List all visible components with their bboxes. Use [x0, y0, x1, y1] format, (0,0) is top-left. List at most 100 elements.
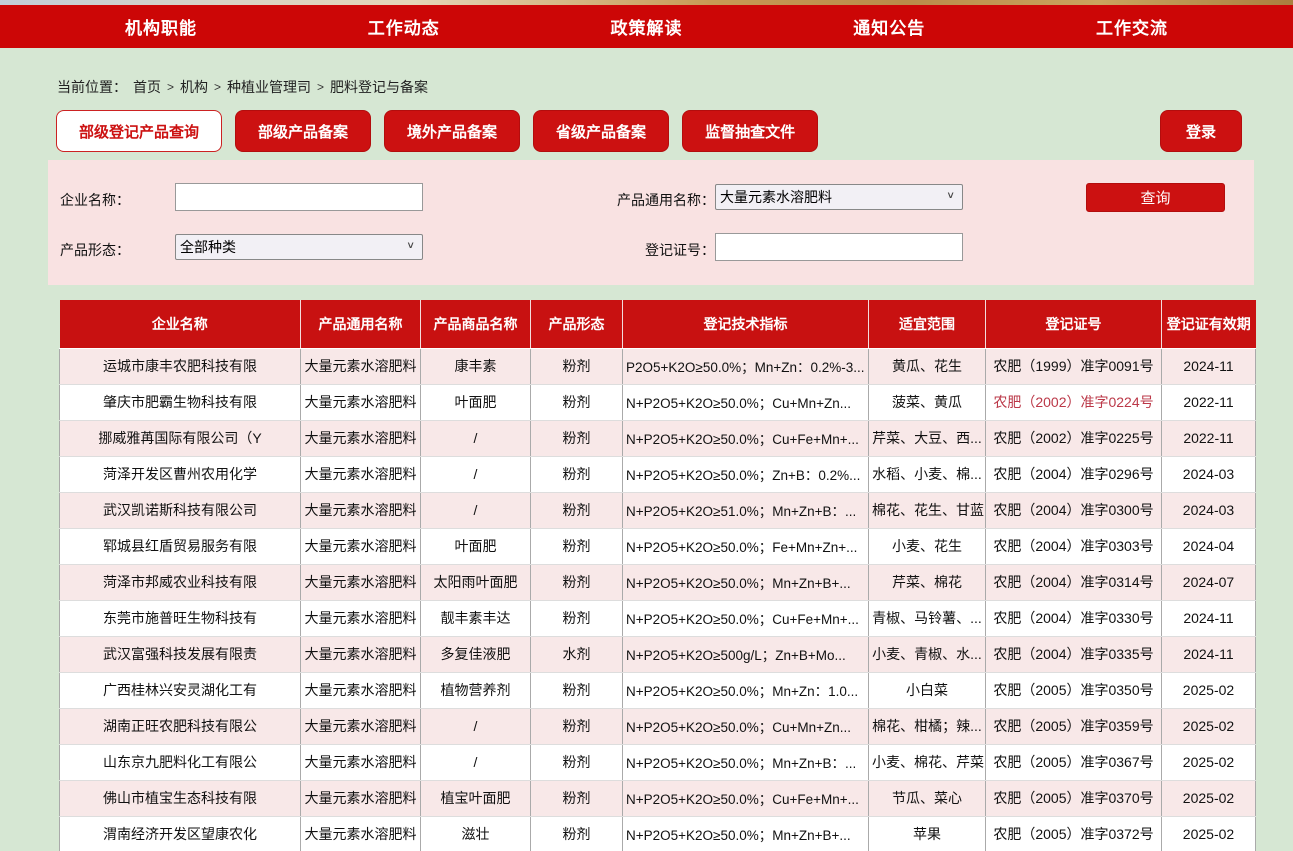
cell-tech: N+P2O5+K2O≥50.0%；Mn+Zn：1.0... — [623, 672, 869, 708]
product-shape-select[interactable]: 全部种类 — [175, 234, 423, 260]
cell-shape: 粉剂 — [531, 708, 623, 744]
cell-cert: 农肥（2004）准字0335号 — [986, 636, 1162, 672]
cell-shape: 粉剂 — [531, 672, 623, 708]
cell-generic: 大量元素水溶肥料 — [301, 708, 421, 744]
generic-name-select[interactable]: 大量元素水溶肥料 — [715, 184, 963, 210]
cell-cert: 农肥（1999）准字0091号 — [986, 348, 1162, 384]
tab-ministry-registered-product-query[interactable]: 部级登记产品查询 — [56, 110, 222, 152]
cell-trade: 植物营养剂 — [421, 672, 531, 708]
cell-expiry: 2024-11 — [1162, 348, 1256, 384]
cell-shape: 水剂 — [531, 636, 623, 672]
column-header-4: 登记技术指标 — [623, 300, 869, 348]
cell-shape: 粉剂 — [531, 348, 623, 384]
cell-trade: 叶面肥 — [421, 528, 531, 564]
cell-trade: / — [421, 492, 531, 528]
cell-scope: 菠菜、黄瓜 — [869, 384, 986, 420]
cell-generic: 大量元素水溶肥料 — [301, 600, 421, 636]
cell-trade: 叶面肥 — [421, 384, 531, 420]
cell-expiry: 2025-02 — [1162, 708, 1256, 744]
cell-generic: 大量元素水溶肥料 — [301, 492, 421, 528]
table-row: 运城市康丰农肥科技有限大量元素水溶肥料康丰素粉剂P2O5+K2O≥50.0%；M… — [60, 348, 1256, 384]
cell-generic: 大量元素水溶肥料 — [301, 348, 421, 384]
cell-company: 山东京九肥料化工有限公 — [60, 744, 301, 780]
tabs-row: 部级登记产品查询 部级产品备案境外产品备案省级产品备案监督抽查文件 登录 — [48, 110, 1254, 152]
cell-expiry: 2024-03 — [1162, 456, 1256, 492]
cell-expiry: 2025-02 — [1162, 744, 1256, 780]
cell-generic: 大量元素水溶肥料 — [301, 672, 421, 708]
table-row: 武汉凯诺斯科技有限公司大量元素水溶肥料/粉剂N+P2O5+K2O≥51.0%；M… — [60, 492, 1256, 528]
table-row: 渭南经济开发区望康农化大量元素水溶肥料滋壮粉剂N+P2O5+K2O≥50.0%；… — [60, 816, 1256, 851]
cell-trade: 滋壮 — [421, 816, 531, 851]
product-shape-select-wrap: 全部种类 — [175, 234, 423, 260]
cell-cert: 农肥（2005）准字0372号 — [986, 816, 1162, 851]
cell-expiry: 2024-07 — [1162, 564, 1256, 600]
company-name-input[interactable] — [175, 183, 423, 211]
cell-shape: 粉剂 — [531, 600, 623, 636]
cell-tech: N+P2O5+K2O≥50.0%；Cu+Fe+Mn+... — [623, 420, 869, 456]
table-header-row: 企业名称产品通用名称产品商品名称产品形态登记技术指标适宜范围登记证号登记证有效期 — [60, 300, 1256, 348]
breadcrumb-link-0[interactable]: 首页 — [133, 77, 161, 97]
cell-cert: 农肥（2005）准字0359号 — [986, 708, 1162, 744]
nav-item-3[interactable]: 通知公告 — [853, 14, 925, 39]
nav-item-2[interactable]: 政策解读 — [611, 14, 683, 39]
cell-expiry: 2025-02 — [1162, 816, 1256, 851]
breadcrumb-prefix: 当前位置： — [57, 77, 127, 97]
breadcrumb-link-2[interactable]: 种植业管理司 — [227, 77, 311, 97]
cell-expiry: 2024-11 — [1162, 600, 1256, 636]
cell-tech: N+P2O5+K2O≥50.0%；Cu+Mn+Zn... — [623, 708, 869, 744]
cell-trade: 太阳雨叶面肥 — [421, 564, 531, 600]
tab-2[interactable]: 省级产品备案 — [533, 110, 669, 152]
table-row: 东莞市施普旺生物科技有大量元素水溶肥料靓丰素丰达粉剂N+P2O5+K2O≥50.… — [60, 600, 1256, 636]
breadcrumb-link-3[interactable]: 肥料登记与备案 — [330, 77, 428, 97]
column-header-3: 产品形态 — [531, 300, 623, 348]
cell-tech: N+P2O5+K2O≥50.0%；Mn+Zn+B：... — [623, 744, 869, 780]
table-row: 挪威雅苒国际有限公司（Y大量元素水溶肥料/粉剂N+P2O5+K2O≥50.0%；… — [60, 420, 1256, 456]
cell-scope: 小麦、青椒、水... — [869, 636, 986, 672]
nav-item-1[interactable]: 工作动态 — [368, 14, 440, 39]
login-button[interactable]: 登录 — [1160, 110, 1242, 152]
cell-shape: 粉剂 — [531, 564, 623, 600]
tab-1[interactable]: 境外产品备案 — [384, 110, 520, 152]
cell-trade: 植宝叶面肥 — [421, 780, 531, 816]
cell-cert: 农肥（2002）准字0225号 — [986, 420, 1162, 456]
cell-cert: 农肥（2004）准字0314号 — [986, 564, 1162, 600]
breadcrumb-link-1[interactable]: 机构 — [180, 77, 208, 97]
cert-number-input[interactable] — [715, 233, 963, 261]
breadcrumb: 当前位置： 首页>机构>种植业管理司>肥料登记与备案 — [57, 77, 428, 97]
cell-scope: 小白菜 — [869, 672, 986, 708]
cell-expiry: 2024-04 — [1162, 528, 1256, 564]
cell-generic: 大量元素水溶肥料 — [301, 384, 421, 420]
tab-0[interactable]: 部级产品备案 — [235, 110, 371, 152]
table-body: 运城市康丰农肥科技有限大量元素水溶肥料康丰素粉剂P2O5+K2O≥50.0%；M… — [60, 348, 1256, 851]
cell-cert: 农肥（2004）准字0296号 — [986, 456, 1162, 492]
cell-company: 菏泽市邦威农业科技有限 — [60, 564, 301, 600]
column-header-5: 适宜范围 — [869, 300, 986, 348]
cell-cert: 农肥（2004）准字0330号 — [986, 600, 1162, 636]
breadcrumb-separator: > — [317, 80, 324, 94]
cell-expiry: 2024-11 — [1162, 636, 1256, 672]
cell-generic: 大量元素水溶肥料 — [301, 744, 421, 780]
nav-item-0[interactable]: 机构职能 — [125, 14, 197, 39]
cell-tech: N+P2O5+K2O≥50.0%；Mn+Zn+B+... — [623, 816, 869, 851]
column-header-1: 产品通用名称 — [301, 300, 421, 348]
cell-cert: 农肥（2005）准字0367号 — [986, 744, 1162, 780]
table-row: 山东京九肥料化工有限公大量元素水溶肥料/粉剂N+P2O5+K2O≥50.0%；M… — [60, 744, 1256, 780]
cell-tech: N+P2O5+K2O≥50.0%；Mn+Zn+B+... — [623, 564, 869, 600]
cell-generic: 大量元素水溶肥料 — [301, 816, 421, 851]
cell-tech: N+P2O5+K2O≥50.0%；Cu+Fe+Mn+... — [623, 600, 869, 636]
main-nav: 机构职能 工作动态 政策解读 通知公告 工作交流 — [0, 5, 1293, 48]
cell-cert: 农肥（2004）准字0300号 — [986, 492, 1162, 528]
generic-name-select-wrap: 大量元素水溶肥料 — [715, 184, 963, 210]
nav-item-4[interactable]: 工作交流 — [1096, 14, 1168, 39]
cell-company: 武汉凯诺斯科技有限公司 — [60, 492, 301, 528]
cell-company: 渭南经济开发区望康农化 — [60, 816, 301, 851]
table-row: 菏泽开发区曹州农用化学大量元素水溶肥料/粉剂N+P2O5+K2O≥50.0%；Z… — [60, 456, 1256, 492]
cell-shape: 粉剂 — [531, 744, 623, 780]
tab-3[interactable]: 监督抽查文件 — [682, 110, 818, 152]
cell-tech: N+P2O5+K2O≥50.0%；Fe+Mn+Zn+... — [623, 528, 869, 564]
table-row: 湖南正旺农肥科技有限公大量元素水溶肥料/粉剂N+P2O5+K2O≥50.0%；C… — [60, 708, 1256, 744]
search-button[interactable]: 查询 — [1086, 183, 1225, 212]
cell-shape: 粉剂 — [531, 528, 623, 564]
table-row: 广西桂林兴安灵湖化工有大量元素水溶肥料植物营养剂粉剂N+P2O5+K2O≥50.… — [60, 672, 1256, 708]
cell-shape: 粉剂 — [531, 492, 623, 528]
